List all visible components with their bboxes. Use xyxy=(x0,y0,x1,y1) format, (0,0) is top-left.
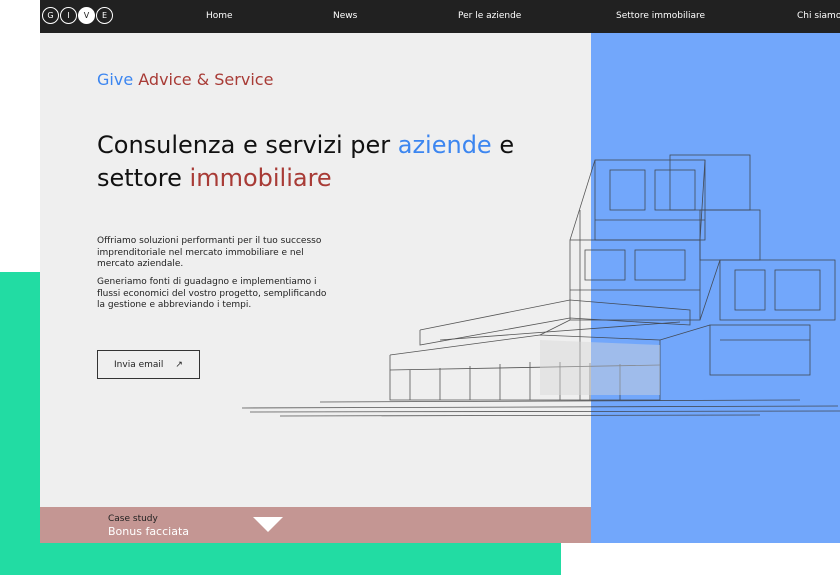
brand-name-give: Give xyxy=(97,70,134,89)
headline-line2-prefix: settore xyxy=(97,164,182,192)
headline-line1-prefix: Consulenza e servizi per xyxy=(97,131,391,159)
nav-news[interactable]: News xyxy=(333,11,357,21)
nav-home[interactable]: Home xyxy=(206,11,233,21)
send-email-button[interactable]: Invia email ↗ xyxy=(97,350,200,379)
chevron-down-icon[interactable] xyxy=(253,517,283,532)
headline-line1-suffix: e xyxy=(499,131,515,159)
give-logo[interactable]: G I V E xyxy=(42,7,113,24)
nav-per-le-aziende[interactable]: Per le aziende xyxy=(458,11,521,21)
case-study-title: Bonus facciata xyxy=(108,525,190,538)
hero-headline: Consulenza e servizi per aziende e setto… xyxy=(97,129,567,195)
top-navigation-bar: G I V E Home News Per le aziende Settore… xyxy=(40,0,840,33)
send-email-label: Invia email xyxy=(114,359,164,370)
logo-letter-g: G xyxy=(42,7,59,24)
intro-paragraph-1: Offriamo soluzioni performanti per il tu… xyxy=(97,236,322,269)
brand-name-advice: Advice & Service xyxy=(138,70,274,89)
arrow-up-right-icon: ↗ xyxy=(175,359,183,370)
logo-letter-v: V xyxy=(78,7,95,24)
case-study-label: Case study xyxy=(108,514,158,524)
logo-letter-e: E xyxy=(96,7,113,24)
logo-letter-i: I xyxy=(60,7,77,24)
headline-highlight-immobiliare: immobiliare xyxy=(189,164,332,192)
hero-frame: G I V E Home News Per le aziende Settore… xyxy=(40,0,840,543)
nav-chi-siamo[interactable]: Chi siamo xyxy=(797,11,840,21)
headline-highlight-aziende: aziende xyxy=(397,131,492,159)
intro-paragraph-2: Generiamo fonti di guadagno e implementi… xyxy=(97,277,327,310)
case-study-bar[interactable]: Case study Bonus facciata xyxy=(40,507,591,543)
brand-title: Give Advice & Service xyxy=(97,70,273,89)
nav-settore-immobiliare[interactable]: Settore immobiliare xyxy=(616,11,705,21)
